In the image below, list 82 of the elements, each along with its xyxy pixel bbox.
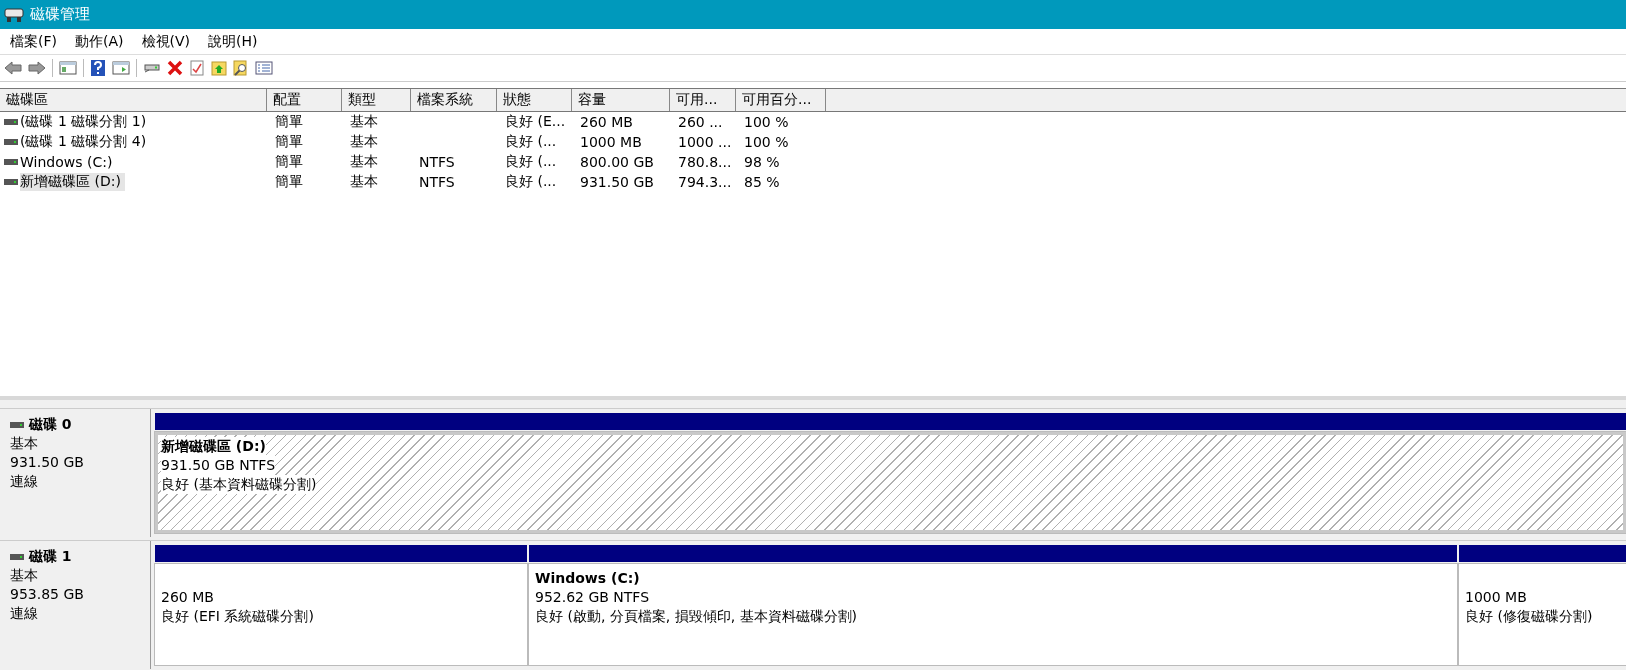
disk-status: 連線: [10, 604, 39, 623]
column-header[interactable]: 容量: [572, 89, 670, 111]
partition-block[interactable]: Windows (C:) 952.62 GB NTFS 良好 (啟動, 分頁檔案, 損毀傾印, 基本資料磁碟分割): [529, 564, 1457, 665]
table-cell: 85 %: [744, 174, 780, 190]
partition-status: 良好 (基本資料磁碟分割): [161, 475, 317, 494]
search-icon[interactable]: [233, 60, 249, 76]
column-header[interactable]: 可用百分...: [736, 89, 826, 111]
table-cell: 基本: [350, 133, 378, 151]
checklist-icon[interactable]: [189, 60, 205, 76]
partition-status: 良好 (EFI 系統磁碟分割): [161, 607, 315, 626]
partition-size: 952.62 GB NTFS: [535, 588, 651, 607]
volume-name[interactable]: 新增磁碟區 (D:): [20, 173, 125, 191]
table-cell: 931.50 GB: [580, 174, 654, 190]
column-header[interactable]: 類型: [342, 89, 411, 111]
disk-name: 磁碟 0: [29, 415, 72, 434]
forward-arrow-icon[interactable]: [28, 60, 46, 76]
column-header[interactable]: 可用...: [670, 89, 736, 111]
menu-item[interactable]: 說明(H): [208, 32, 258, 51]
properties-icon[interactable]: [255, 60, 273, 76]
table-cell: NTFS: [419, 174, 455, 190]
table-cell: 基本: [350, 173, 378, 191]
disk-size: 953.85 GB: [10, 585, 85, 604]
table-cell: 1000 ...: [678, 134, 732, 150]
window-title: 磁碟管理: [30, 5, 90, 24]
table-cell: 基本: [350, 153, 378, 171]
panel-icon[interactable]: [112, 60, 130, 76]
drive-icon: [4, 159, 18, 165]
table-cell: 794.3...: [678, 174, 732, 190]
delete-icon[interactable]: [167, 60, 183, 76]
table-cell: 基本: [350, 113, 378, 131]
table-cell: 260 ...: [678, 114, 723, 130]
partition-size: 931.50 GB NTFS: [161, 456, 276, 475]
table-cell: 260 MB: [580, 114, 633, 130]
partition-block[interactable]: 新增磁碟區 (D:) 931.50 GB NTFS 良好 (基本資料磁碟分割): [155, 432, 1626, 533]
partition-size: 260 MB: [161, 588, 215, 607]
panel-icon[interactable]: [59, 60, 77, 76]
column-header[interactable]: 狀態: [497, 89, 572, 111]
volume-name[interactable]: Windows (C:): [20, 154, 113, 170]
drive-icon: [4, 179, 18, 185]
help-icon[interactable]: [90, 59, 106, 77]
menu-item[interactable]: 檢視(V): [141, 32, 190, 51]
column-header[interactable]: 配置: [267, 89, 342, 111]
volume-name[interactable]: (磁碟 1 磁碟分割 4): [20, 133, 147, 151]
table-cell: 良好 (...: [505, 173, 557, 191]
table-cell: 800.00 GB: [580, 154, 654, 170]
table-cell: 良好 (...: [505, 153, 557, 171]
folder-up-icon[interactable]: [211, 60, 227, 76]
table-cell: 100 %: [744, 134, 789, 150]
menu-item[interactable]: 動作(A): [75, 32, 124, 51]
partition-block[interactable]: 1000 MB 良好 (修復磁碟分割): [1459, 564, 1626, 665]
table-cell: 良好 (E...: [505, 113, 566, 131]
table-cell: 簡單: [275, 153, 303, 171]
table-cell: 簡單: [275, 173, 303, 191]
menu-item[interactable]: 檔案(F): [10, 32, 57, 51]
table-cell: 100 %: [744, 114, 789, 130]
column-header[interactable]: 磁碟區: [0, 89, 267, 111]
table-cell: 780.8...: [678, 154, 732, 170]
partition-status: 良好 (修復磁碟分割): [1465, 607, 1594, 626]
partition-block[interactable]: 260 MB 良好 (EFI 系統磁碟分割): [155, 564, 527, 665]
volume-name[interactable]: (磁碟 1 磁碟分割 1): [20, 113, 147, 131]
partition-status: 良好 (啟動, 分頁檔案, 損毀傾印, 基本資料磁碟分割): [535, 607, 859, 626]
table-cell: NTFS: [419, 154, 455, 170]
partition-size: 1000 MB: [1465, 588, 1528, 607]
table-cell: 簡單: [275, 133, 303, 151]
drive-icon: [4, 119, 18, 125]
table-cell: 1000 MB: [580, 134, 642, 150]
disk-drive-icon: [4, 6, 24, 23]
disk-type: 基本: [10, 566, 39, 585]
drive-icon: [4, 139, 18, 145]
partition-name: Windows (C:): [535, 569, 641, 588]
table-cell: 簡單: [275, 113, 303, 131]
disk-type: 基本: [10, 434, 39, 453]
disk-size: 931.50 GB: [10, 453, 85, 472]
disk-name: 磁碟 1: [29, 547, 72, 566]
table-cell: 良好 (...: [505, 133, 557, 151]
drive-icon: [10, 421, 24, 428]
disk-status: 連線: [10, 472, 39, 491]
column-header[interactable]: 檔案系統: [411, 89, 497, 111]
partition-name: 新增磁碟區 (D:): [161, 437, 266, 456]
back-arrow-icon[interactable]: [4, 60, 22, 76]
drive-icon: [10, 553, 24, 560]
table-cell: 98 %: [744, 154, 780, 170]
